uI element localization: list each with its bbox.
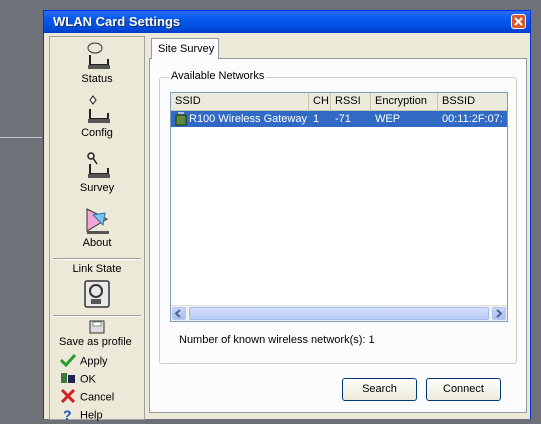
nav-label-status: Status (81, 73, 113, 85)
nav-label-survey: Survey (79, 182, 115, 194)
search-button[interactable]: Search (342, 378, 417, 401)
connect-button[interactable]: Connect (426, 378, 501, 401)
networks-list[interactable]: SSID CH RSSI Encryption BSSID R100 Wirel… (170, 92, 508, 322)
ok-label: OK (80, 373, 96, 386)
known-networks-count-text: Number of known wireless network(s): 1 (179, 334, 375, 346)
chevron-left-icon (174, 309, 181, 318)
col-rssi[interactable]: RSSI (331, 93, 371, 110)
scroll-thumb[interactable] (189, 307, 489, 320)
background-line (0, 137, 42, 138)
cell-rssi: -71 (335, 113, 351, 125)
cancel-x-icon (60, 388, 76, 406)
survey-icon (87, 152, 110, 178)
horizontal-scrollbar[interactable] (171, 305, 507, 321)
col-ch[interactable]: CH (309, 93, 331, 110)
save-as-profile-button[interactable]: Save as profile (59, 336, 132, 348)
left-nav-panel: Status Config Survey About Link State Sa… (49, 36, 145, 423)
cell-bssid: 00:11:2F:07: (442, 113, 503, 125)
cell-ssid: R100 Wireless Gateway (189, 113, 307, 125)
title-bar[interactable]: WLAN Card Settings (44, 11, 530, 33)
scroll-left-button[interactable] (172, 307, 186, 320)
col-bssid[interactable]: BSSID (438, 93, 507, 110)
config-icon (88, 95, 110, 123)
about-icon (86, 208, 109, 234)
window-title: WLAN Card Settings (53, 14, 181, 29)
available-networks-label: Available Networks (169, 70, 267, 82)
scroll-right-button[interactable] (492, 307, 506, 320)
nav-config[interactable]: Config (50, 95, 144, 139)
nav-label-config: Config (81, 127, 113, 139)
link-state-label: Link State (72, 263, 122, 275)
close-icon (514, 17, 523, 26)
nav-separator-2 (53, 315, 141, 317)
connect-button-label: Connect (443, 383, 484, 395)
tab-site-survey-label: Site Survey (158, 43, 215, 55)
cell-ch: 1 (313, 113, 320, 125)
checkmark-icon (59, 353, 77, 370)
help-label: Help (80, 409, 103, 422)
apply-label: Apply (80, 355, 108, 368)
nav-separator (53, 258, 141, 260)
help-icon: ? (60, 407, 76, 424)
link-state-icon (84, 280, 110, 308)
cancel-button[interactable]: Cancel (60, 388, 115, 406)
list-header: SSID CH RSSI Encryption BSSID (171, 93, 507, 111)
table-row[interactable]: R100 Wireless Gateway 1 -71 WEP 00:11:2F… (171, 111, 507, 127)
ok-icon (60, 371, 76, 388)
col-ssid[interactable]: SSID (171, 93, 309, 110)
nav-status[interactable]: Status (50, 41, 144, 85)
help-button[interactable]: ? Help (60, 407, 103, 424)
apply-button[interactable]: Apply (59, 353, 108, 370)
save-profile-icon (89, 320, 105, 334)
close-button[interactable] (511, 14, 526, 29)
tab-site-survey[interactable]: Site Survey (151, 38, 219, 59)
cancel-label: Cancel (80, 391, 115, 404)
search-button-label: Search (362, 383, 397, 395)
save-as-profile-label: Save as profile (59, 336, 132, 348)
nav-survey[interactable]: Survey (50, 150, 144, 194)
ok-button[interactable]: OK (60, 371, 96, 388)
col-encryption[interactable]: Encryption (371, 93, 438, 110)
nav-label-about: About (82, 237, 112, 249)
chevron-right-icon (496, 309, 503, 318)
status-icon (87, 42, 110, 69)
nav-about[interactable]: About (50, 205, 144, 249)
cell-encryption: WEP (375, 113, 401, 125)
